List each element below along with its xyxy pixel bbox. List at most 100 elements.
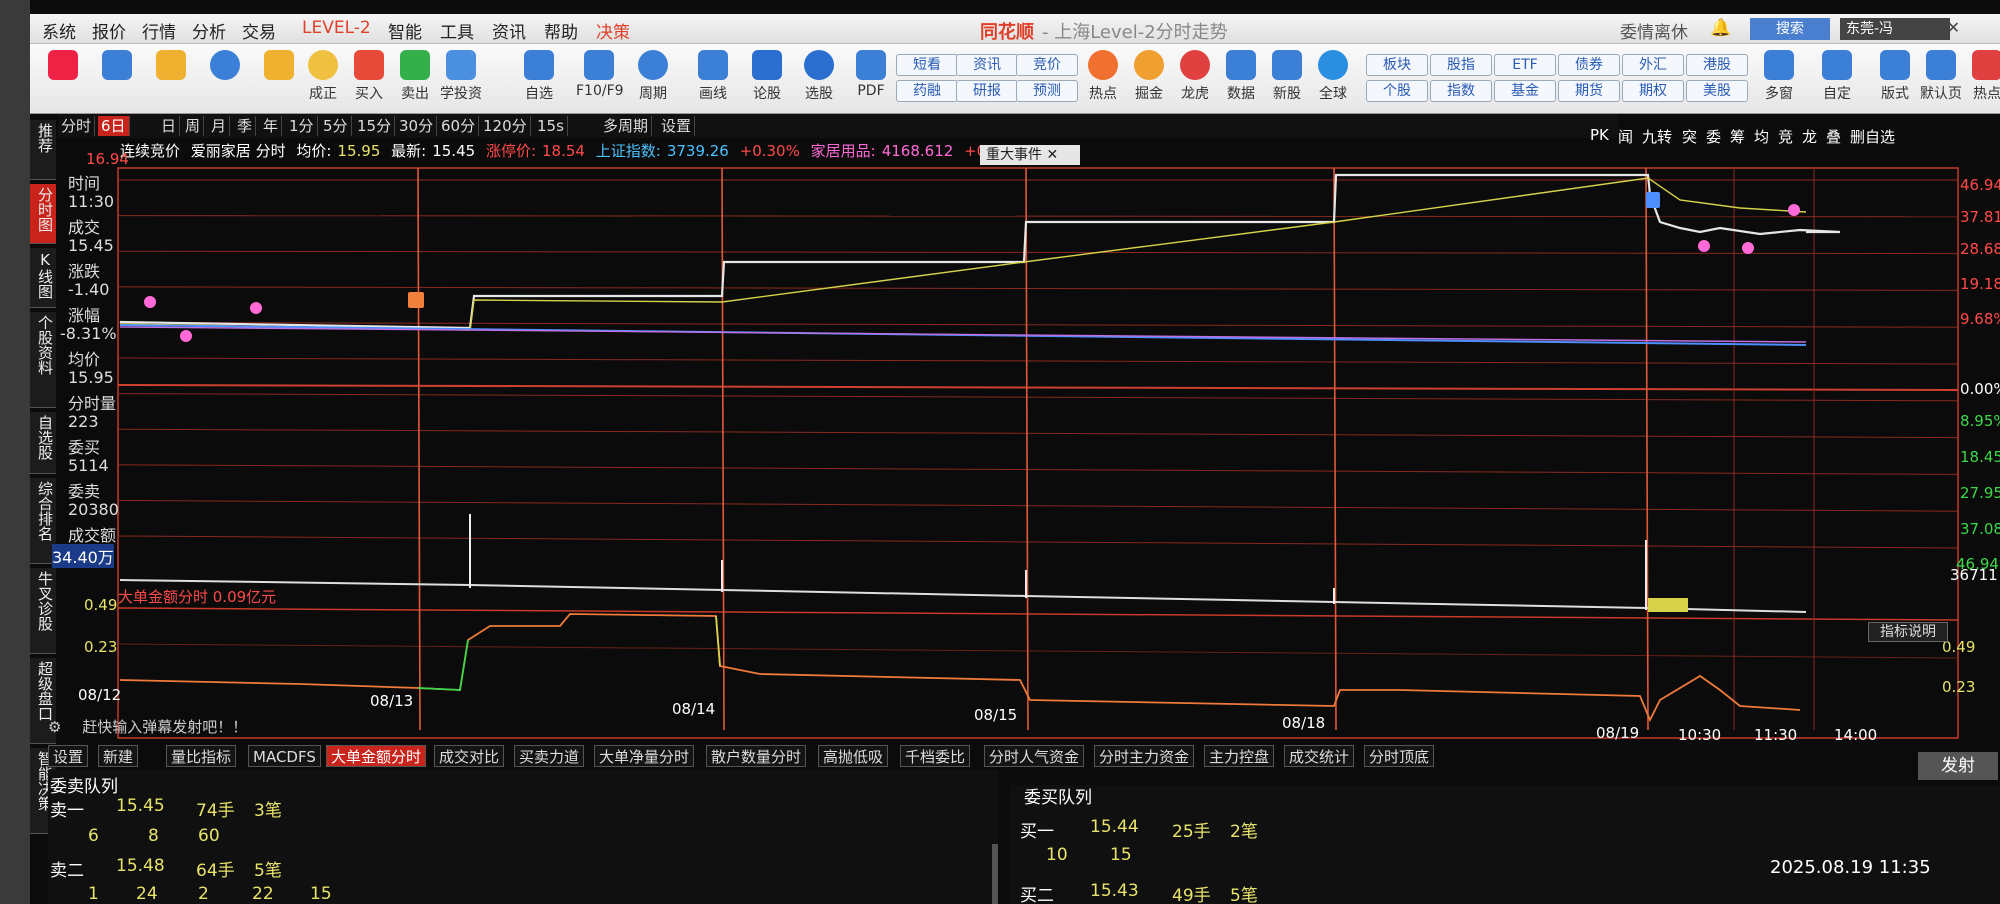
side-tab-recommend[interactable]: 推荐 (30, 120, 56, 180)
ind-tab-new[interactable]: 新建 (98, 745, 139, 767)
news-marker (250, 302, 262, 314)
price-value: 15.45 (68, 236, 114, 255)
grid-line-h (117, 464, 1959, 475)
settings-icon[interactable]: ⚙ (48, 718, 61, 736)
ask-queue-title: 委卖队列 (50, 777, 118, 797)
bid-queue: 委买队列 买一 15.44 25手 2笔 10 15 买二 15.43 49手 … (1010, 785, 2000, 904)
date-3: 08/15 (974, 706, 1018, 724)
side-tab-intraday[interactable]: 分时图 (30, 184, 56, 244)
ask2-q4: 15 (310, 884, 332, 904)
chg-value: -1.40 (68, 280, 110, 299)
sector-line (119, 326, 1807, 343)
ind-left-top: 0.49 (84, 596, 118, 614)
ask-queue: 委卖队列 卖一 15.45 74手 3笔 6 8 60 卖二 15.48 64手… (48, 770, 998, 904)
ind-tab-control[interactable]: 主力控盘 (1204, 745, 1275, 767)
side-tab-watchlist[interactable]: 自选股 (30, 412, 56, 474)
ask1-count: 3笔 (254, 801, 282, 821)
ind-tab-topbottom[interactable]: 分时顶底 (1364, 745, 1435, 767)
ind-tab-retail[interactable]: 散户数量分时 (706, 745, 807, 767)
ask2-count: 5笔 (254, 861, 282, 881)
grid-line-h (117, 535, 1959, 549)
y-right-1: 37.81 (1960, 208, 2000, 226)
ask-label: 委卖 (68, 482, 101, 501)
bid2-count: 5笔 (1230, 886, 1258, 904)
ind-tab-ratio[interactable]: 千档委比 (900, 745, 971, 767)
bid-label: 委买 (68, 438, 101, 457)
ind-tab-volratio[interactable]: 量比指标 (166, 745, 237, 767)
bid2-label: 买二 (1020, 886, 1054, 904)
grid-line-h (117, 428, 1959, 439)
indicator-tabs: 设置 新建 量比指标 MACDFS 大单金额分时 成交对比 买卖力道 大单净量分… (48, 745, 1448, 767)
ind-tab-macdfs[interactable]: MACDFS (248, 745, 321, 767)
volume-baseline (119, 579, 1807, 613)
y-right-0: 46.94 (1960, 176, 2000, 194)
ind-tab-compare[interactable]: 成交对比 (434, 745, 505, 767)
grid-line-h (117, 357, 1959, 365)
ind-left-mid: 0.23 (84, 638, 118, 656)
date-1: 08/13 (370, 692, 414, 710)
day-separator (417, 167, 421, 731)
avg-label-panel: 均价 (68, 350, 101, 369)
grid-line-h (117, 250, 1959, 255)
chart-area[interactable] (0, 0, 2000, 904)
bid1-q1: 15 (1110, 845, 1132, 865)
send-button[interactable]: 发射 (1918, 752, 1998, 780)
ask2-q0: 1 (88, 884, 99, 904)
event-marker-2 (1646, 192, 1660, 208)
vol-right-label: 36711 (1950, 566, 1998, 584)
bid1-label: 买一 (1020, 822, 1054, 842)
side-tab-diagnosis[interactable]: 牛叉诊股 (30, 568, 56, 654)
ind-tab-force[interactable]: 买卖力道 (514, 745, 585, 767)
ask2-vol: 64手 (196, 861, 235, 881)
news-marker (1698, 240, 1710, 252)
chart-grid (117, 167, 1959, 739)
left-top-label: 16.94 (86, 150, 129, 168)
ind-tab-netbig[interactable]: 大单净量分时 (594, 745, 695, 767)
vol-value: 223 (68, 412, 99, 431)
ind-tab-bigorder[interactable]: 大单金额分时 (326, 745, 427, 767)
indicator-mid-line (117, 643, 1959, 659)
data-panel: 时间 11:30 成交 15.45 涨跌 -1.40 涨幅 -8.31% 均价 … (52, 170, 119, 570)
chart-series (119, 173, 1841, 723)
ind-tab-highlow[interactable]: 高抛低吸 (818, 745, 889, 767)
ask1-vol: 74手 (196, 801, 235, 821)
news-marker (144, 296, 156, 308)
price-label: 成交 (68, 218, 101, 237)
chg-label: 涨跌 (68, 262, 101, 281)
bid1-q0: 10 (1046, 845, 1068, 865)
bid-queue-title: 委买队列 (1024, 788, 1092, 808)
y-right-7: 18.45 (1960, 448, 2000, 466)
ind-tab-settings[interactable]: 设置 (48, 745, 89, 767)
y-right-6: 8.95% (1960, 412, 2000, 430)
news-marker (180, 330, 192, 342)
ask2-q1: 24 (136, 884, 158, 904)
amt-label: 成交额 (68, 526, 117, 545)
grid-line-h (117, 393, 1959, 402)
ind-tab-popular[interactable]: 分时人气资金 (984, 745, 1085, 767)
indicator-yellow-segment (715, 615, 721, 667)
vol-label: 分时量 (68, 394, 117, 413)
event-marker (408, 292, 424, 308)
indicator-explain-button[interactable]: 指标说明 (1868, 622, 1948, 642)
indicator-title: 大单金额分时 0.09亿元 (118, 588, 277, 606)
bid1-vol: 25手 (1172, 822, 1211, 842)
grid-line-h (117, 286, 1959, 291)
ask-queue-scrollbar[interactable] (992, 844, 998, 904)
time-label: 时间 (68, 174, 101, 193)
indicator-green-segment (417, 639, 469, 691)
avg-value-panel: 15.95 (68, 368, 114, 387)
ind-tab-stats[interactable]: 成交统计 (1284, 745, 1355, 767)
side-tab-profile[interactable]: 个股资料 (30, 312, 56, 408)
pct-label: 涨幅 (68, 306, 101, 325)
grid-line-h (117, 215, 1959, 218)
amt-value: 34.40万 (52, 544, 114, 568)
date-0: 08/12 (78, 686, 122, 704)
danmu-bar[interactable]: ⚙ 赶快输入弹幕发射吧！！ (48, 716, 648, 740)
ask2-q2: 2 (198, 884, 209, 904)
danmu-input[interactable]: 赶快输入弹幕发射吧！！ (82, 718, 247, 736)
side-tab-kline[interactable]: K线图 (30, 248, 56, 308)
ask1-q2: 60 (198, 826, 220, 846)
ask-value: 20380 (68, 500, 119, 519)
ind-tab-main[interactable]: 分时主力资金 (1094, 745, 1195, 767)
y-right-8: 27.95 (1960, 484, 2000, 502)
